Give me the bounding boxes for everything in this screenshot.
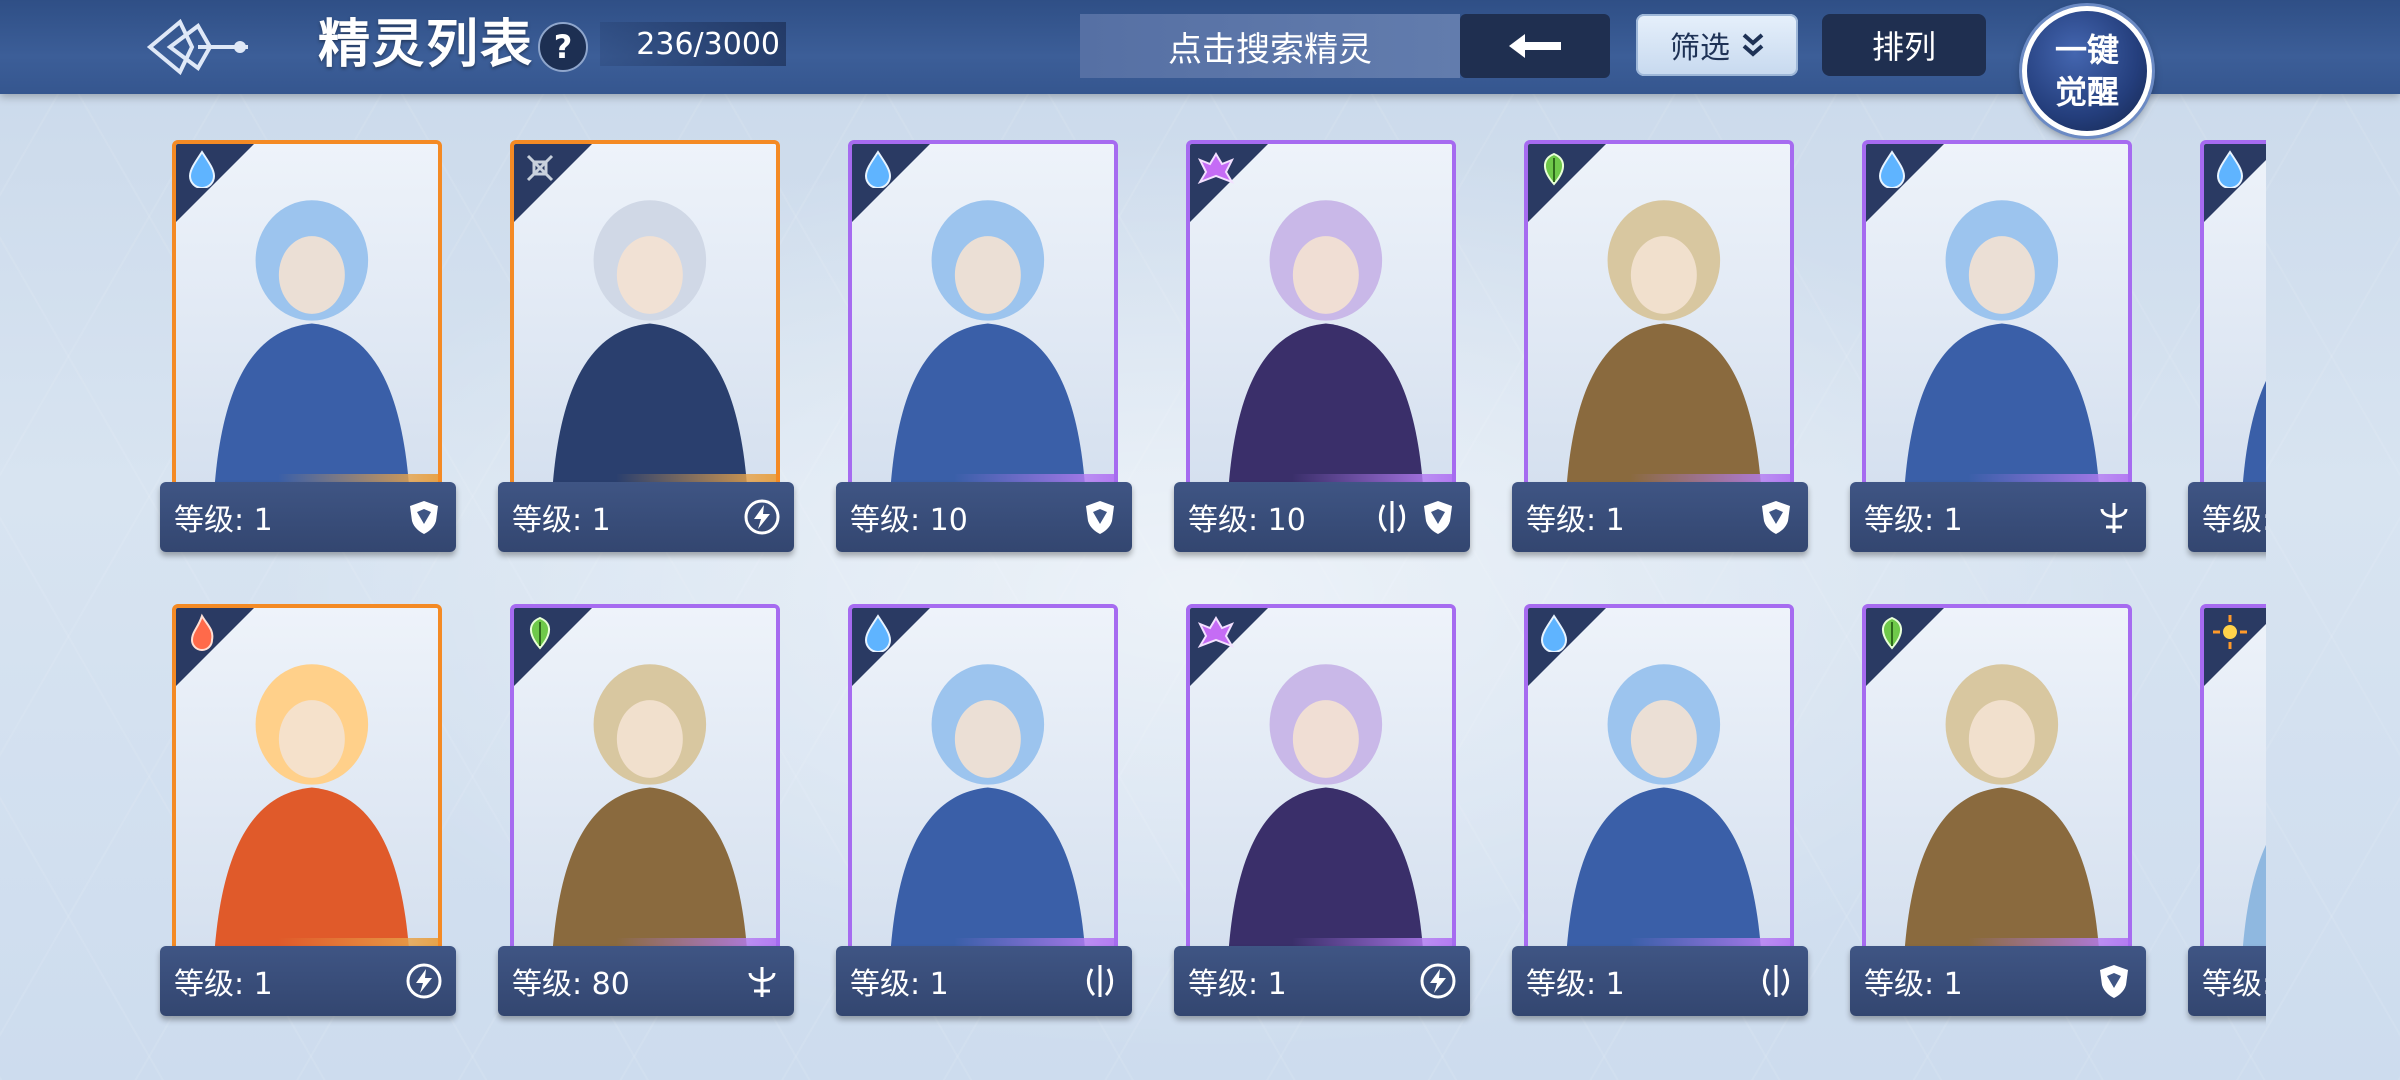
- card-info-plate: 等级: 1: [1512, 482, 1808, 552]
- card-info-plate: 等级: 10: [1174, 482, 1470, 552]
- card-frame: [1186, 140, 1456, 490]
- level-label: 等级: 1: [1526, 503, 1625, 538]
- spirit-card-partial-spirit-2[interactable]: 等级: 1: [2188, 604, 2266, 1022]
- trident-badge-icon: [748, 967, 776, 997]
- card-frame: [1524, 140, 1794, 490]
- trident-badge-icon: [2100, 503, 2128, 533]
- level-label: 等级: 1: [1188, 967, 1287, 1002]
- trait-badges: [742, 497, 794, 537]
- spirit-card-blue-swordsman-spirit-2[interactable]: 等级: 1: [1512, 604, 1808, 1022]
- card-frame: [2200, 604, 2266, 954]
- card-frame: [1524, 604, 1794, 954]
- spirit-card-silver-armor-knight-spirit[interactable]: 等级: 10: [836, 140, 1132, 558]
- shield-badge-icon: [410, 501, 438, 534]
- level-label: 等级: 1: [1864, 967, 1963, 1002]
- card-info-plate: 等级: 80: [498, 946, 794, 1016]
- water-element-icon: [1540, 614, 1568, 652]
- level-label: 等级: 1: [174, 967, 273, 1002]
- level-label: 等级: 1: [850, 967, 949, 1002]
- level-label: 等级: 10: [850, 503, 968, 538]
- water-element-icon: [188, 150, 216, 188]
- card-frame: [510, 140, 780, 490]
- card-frame: [510, 604, 780, 954]
- water-element-icon: [2216, 150, 2244, 188]
- card-frame: [2200, 140, 2266, 490]
- trait-badges: [404, 497, 456, 537]
- trait-badges: [1756, 497, 1808, 537]
- trait-badges: [1418, 961, 1470, 1001]
- spirit-grid: 等级: 1 等级: 1 等级: 10 等级: 10 等级: 1 等级: 1 等级: 1 等级:…: [0, 0, 2266, 1080]
- claw-badge-icon: [1378, 501, 1406, 533]
- water-element-icon: [864, 614, 892, 652]
- level-label: 等级: 1: [2202, 967, 2266, 1002]
- spirit-card-red-mask-warrior-spirit[interactable]: 等级: 1: [1174, 604, 1470, 1022]
- card-info-plate: 等级: 1: [160, 946, 456, 1016]
- card-info-plate: 等级: 1: [2188, 946, 2266, 1016]
- lightning-badge-icon: [1420, 963, 1456, 999]
- level-label: 等级: 1: [2202, 503, 2266, 538]
- card-info-plate: 等级: 1: [1512, 946, 1808, 1016]
- shield-badge-icon: [1424, 501, 1452, 534]
- neutral-element-icon: [526, 154, 554, 182]
- card-info-plate: 等级: 1: [1174, 946, 1470, 1016]
- trait-badges: [1756, 961, 1808, 1001]
- spirit-card-white-hair-demon-spirit[interactable]: 等级: 10: [1174, 140, 1470, 558]
- spirit-card-wood-golem-spirit[interactable]: 等级: 1: [1512, 140, 1808, 558]
- card-info-plate: 等级: 10: [836, 482, 1132, 552]
- card-info-plate: 等级: 1: [498, 482, 794, 552]
- grass-element-icon: [1882, 616, 1902, 650]
- demon-element-icon: [1197, 616, 1235, 648]
- trait-badges: [1372, 497, 1470, 537]
- card-info-plate: 等级: 1: [1850, 482, 2146, 552]
- spirit-card-blue-swordsman-spirit[interactable]: 等级: 1: [836, 604, 1132, 1022]
- trait-badges: [742, 961, 794, 1001]
- shield-badge-icon: [1086, 501, 1114, 534]
- card-frame: [848, 604, 1118, 954]
- card-frame: [1862, 140, 2132, 490]
- spirit-card-flower-fairy-spirit[interactable]: 等级: 80: [498, 604, 794, 1022]
- trait-badges: [2094, 961, 2146, 1001]
- card-frame: [848, 140, 1118, 490]
- light-element-icon: [2213, 615, 2247, 649]
- spirit-card-water-dragon-spirit[interactable]: 等级: 1: [160, 140, 456, 558]
- card-info-plate: 等级: 1: [1850, 946, 2146, 1016]
- grass-element-icon: [530, 616, 550, 650]
- spirit-card-blindfold-knight-spirit[interactable]: 等级: 1: [498, 140, 794, 558]
- level-label: 等级: 1: [1526, 967, 1625, 1002]
- water-element-icon: [1878, 150, 1906, 188]
- spirit-card-wood-golem-spirit-2[interactable]: 等级: 1: [1850, 604, 2146, 1022]
- grass-element-icon: [1544, 152, 1564, 186]
- trait-badges: [1080, 497, 1132, 537]
- level-label: 等级: 1: [174, 503, 273, 538]
- spirit-card-blue-mermaid-spirit[interactable]: 等级: 1: [1850, 140, 2146, 558]
- level-label: 等级: 80: [512, 967, 630, 1002]
- card-frame: [172, 140, 442, 490]
- trait-badges: [2094, 497, 2146, 537]
- trait-badges: [1080, 961, 1132, 1001]
- trait-badges: [404, 961, 456, 1001]
- lightning-badge-icon: [744, 499, 780, 535]
- water-element-icon: [864, 150, 892, 188]
- fire-element-icon: [190, 613, 214, 651]
- card-frame: [1862, 604, 2132, 954]
- lightning-badge-icon: [406, 963, 442, 999]
- card-frame: [172, 604, 442, 954]
- claw-badge-icon: [1086, 965, 1114, 997]
- claw-badge-icon: [1762, 965, 1790, 997]
- shield-badge-icon: [1762, 501, 1790, 534]
- card-frame: [1186, 604, 1456, 954]
- shield-badge-icon: [2100, 965, 2128, 998]
- spirit-card-fire-phoenix-spirit[interactable]: 等级: 1: [160, 604, 456, 1022]
- card-info-plate: 等级: 1: [160, 482, 456, 552]
- level-label: 等级: 1: [1864, 503, 1963, 538]
- card-info-plate: 等级: 1: [836, 946, 1132, 1016]
- card-info-plate: 等级: 1: [2188, 482, 2266, 552]
- spirit-card-partial-spirit-1[interactable]: 等级: 1: [2188, 140, 2266, 558]
- demon-element-icon: [1197, 152, 1235, 184]
- level-label: 等级: 1: [512, 503, 611, 538]
- level-label: 等级: 10: [1188, 503, 1306, 538]
